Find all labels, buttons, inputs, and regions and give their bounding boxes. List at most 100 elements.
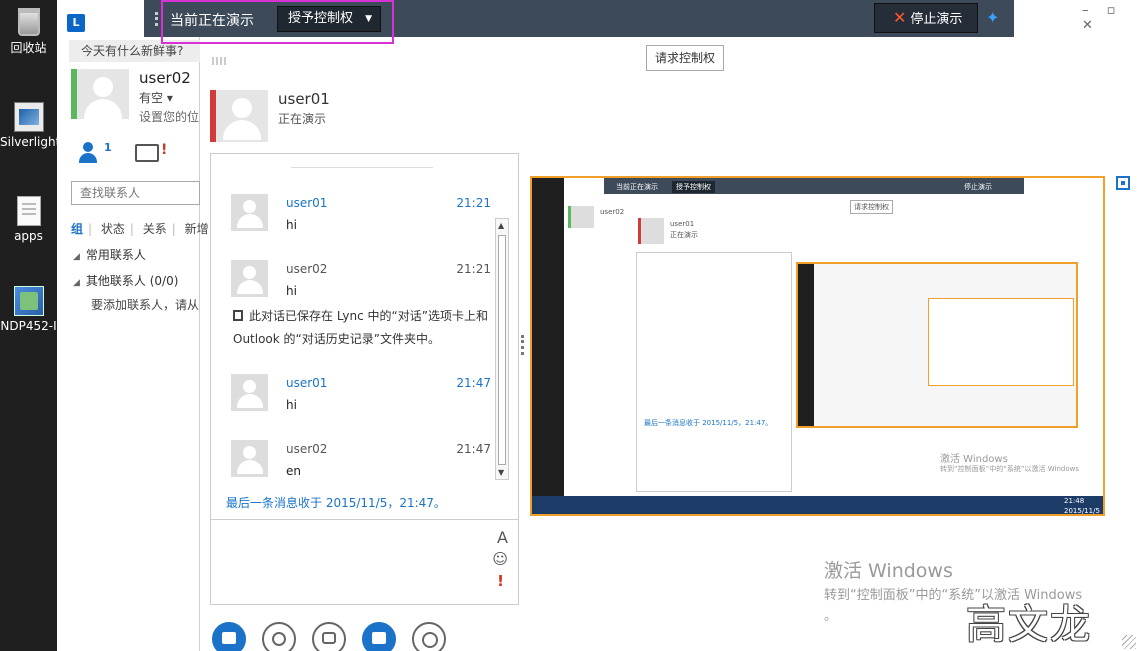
pane-resize-grip[interactable]: [521, 335, 524, 355]
thumb-desktop-strip: [532, 178, 564, 514]
tab-status[interactable]: 状态: [101, 222, 125, 236]
message-compose-area[interactable]: A ☺ !: [211, 519, 518, 605]
person-silhouette-icon: [84, 69, 122, 119]
toolbar-drag-handle[interactable]: [155, 12, 158, 26]
people-icon: [422, 632, 438, 648]
activate-windows-title: 激活 Windows: [824, 560, 953, 582]
lync-logo-icon: L: [67, 14, 85, 32]
thumb-last-msg: 最后一条消息收于 2015/11/5，21:47。: [644, 419, 773, 427]
thumb-activate-sub: 转到“控制面板”中的“系统”以激活 Windows: [940, 465, 1079, 473]
my-name: user02: [139, 69, 191, 87]
desktop-icon-apps[interactable]: apps: [0, 196, 57, 243]
stop-presenting-button[interactable]: ✕ 停止演示: [874, 3, 978, 33]
activate-windows-dot: 。: [824, 609, 838, 624]
participants-button[interactable]: [412, 622, 446, 651]
my-avatar[interactable]: [71, 69, 129, 119]
signal-strength-icon: [212, 57, 226, 65]
desktop-icon-label: NDP452-I: [0, 319, 57, 333]
fit-view-icon[interactable]: [1116, 176, 1130, 190]
thumb-stop: 停止演示: [964, 183, 992, 191]
message-text: hi: [286, 284, 297, 298]
thumb-toolbar: [604, 178, 1024, 194]
location-note[interactable]: 设置您的位: [139, 108, 199, 125]
scroll-up-icon[interactable]: ▲: [498, 221, 504, 230]
message-time: 21:21: [456, 196, 491, 210]
chat-message: user02 21:47 en: [231, 440, 491, 492]
minimize-button[interactable]: –: [1082, 3, 1089, 18]
person-silhouette-icon: [231, 374, 268, 411]
thumb-clock-date: 2015/11/5: [1064, 507, 1100, 515]
saved-note-text: 此对话已保存在 Lync 中的“对话”选项卡上和 Outlook 的“对话历史记…: [233, 309, 488, 346]
stop-label: 停止演示: [910, 12, 963, 27]
message-time: 21:21: [456, 262, 491, 276]
peer-avatar[interactable]: [210, 90, 268, 142]
thumb-activate-title: 激活 Windows: [940, 454, 1008, 465]
add-contact-hint: 要添加联系人，请从: [91, 298, 200, 312]
tab-new[interactable]: 新增: [185, 222, 209, 236]
close-button[interactable]: ✕: [1082, 18, 1093, 33]
desktop-icon-recycle-bin[interactable]: 回收站: [0, 8, 57, 56]
search-contacts-input[interactable]: [71, 181, 200, 205]
conversation-scrollbar[interactable]: ▲ ▼: [495, 218, 509, 480]
message-time: 21:47: [456, 442, 491, 456]
author-watermark: 高文龙: [966, 602, 1092, 648]
person-silhouette-icon: [231, 260, 268, 297]
message-text: hi: [286, 218, 297, 232]
desktop-icon-silverlight[interactable]: Silverlight: [0, 102, 60, 149]
im-button[interactable]: [212, 622, 246, 651]
pin-icon[interactable]: ✦: [986, 10, 1002, 26]
shared-desktop-view[interactable]: 当前正在演示 授予控制权 停止演示 请求控制权 user02 user01 正在…: [530, 176, 1105, 516]
scroll-down-icon[interactable]: ▼: [498, 468, 504, 477]
person-silhouette-icon: [231, 440, 268, 477]
monitor-icon: [372, 632, 386, 644]
tab-groups[interactable]: 组: [71, 222, 83, 236]
saved-conversation-note: 此对话已保存在 Lync 中的“对话”选项卡上和 Outlook 的“对话历史记…: [233, 305, 503, 351]
highlight-annotation: [161, 0, 394, 44]
resize-grip[interactable]: [1122, 635, 1136, 649]
conversation-alert-badge: !: [161, 142, 168, 158]
thumb-presenting: 当前正在演示: [616, 183, 658, 191]
restore-button[interactable]: ▫: [1107, 3, 1116, 18]
thumb-peer-status: 正在演示: [670, 231, 698, 239]
message-sender: user01: [286, 196, 328, 210]
call-button[interactable]: [262, 622, 296, 651]
thumb-nested-share: [796, 262, 1078, 428]
video-button[interactable]: [312, 622, 346, 651]
conversation-pane: user01 21:21 hi user02 21:21 hi 此对话已保存在 …: [210, 153, 519, 605]
message-text: en: [286, 464, 301, 478]
group-favorites[interactable]: ◢ 常用联系人: [73, 246, 146, 263]
present-button[interactable]: [362, 622, 396, 651]
contacts-icon[interactable]: [79, 142, 97, 164]
chat-message: user01 21:47 hi: [231, 374, 491, 426]
chat-message: user01 21:21 hi: [231, 194, 491, 246]
peer-status: 正在演示: [278, 112, 327, 126]
presence-status-dropdown[interactable]: 有空 ▾: [139, 89, 173, 106]
message-sender: user02: [286, 262, 328, 276]
folder-doc-icon: [16, 196, 41, 226]
message-sender: user01: [286, 376, 328, 390]
conversations-icon[interactable]: [135, 144, 159, 162]
font-icon[interactable]: A: [497, 528, 508, 547]
thumb-conversation: [636, 252, 792, 492]
thumb-peer-avatar: [638, 218, 664, 244]
desktop-icon-label: apps: [14, 229, 43, 243]
emoticon-icon[interactable]: ☺: [492, 550, 508, 568]
collapse-triangle-icon: ◢: [73, 278, 80, 288]
person-silhouette-icon: [231, 194, 268, 231]
close-icon: ✕: [893, 8, 907, 27]
installer-icon: [13, 286, 44, 316]
desktop-strip: 回收站 Silverlight apps NDP452-I: [0, 0, 60, 651]
recycle-bin-icon: [17, 8, 40, 36]
tab-relationships[interactable]: 关系: [143, 222, 167, 236]
request-control-button[interactable]: 请求控制权: [646, 45, 724, 71]
video-camera-icon: [322, 632, 336, 644]
group-label: 其他联系人 (0/0): [85, 274, 179, 288]
thumb-user: user02: [600, 208, 625, 216]
silverlight-icon: [13, 102, 44, 132]
scrollbar-thumb[interactable]: [498, 235, 506, 465]
high-importance-icon[interactable]: !: [497, 572, 504, 590]
last-message-info: 最后一条消息收于 2015/11/5，21:47。: [226, 496, 446, 510]
desktop-icon-ndp452[interactable]: NDP452-I: [0, 286, 57, 333]
peer-name: user01: [278, 90, 330, 108]
group-other-contacts[interactable]: ◢ 其他联系人 (0/0): [73, 272, 178, 289]
